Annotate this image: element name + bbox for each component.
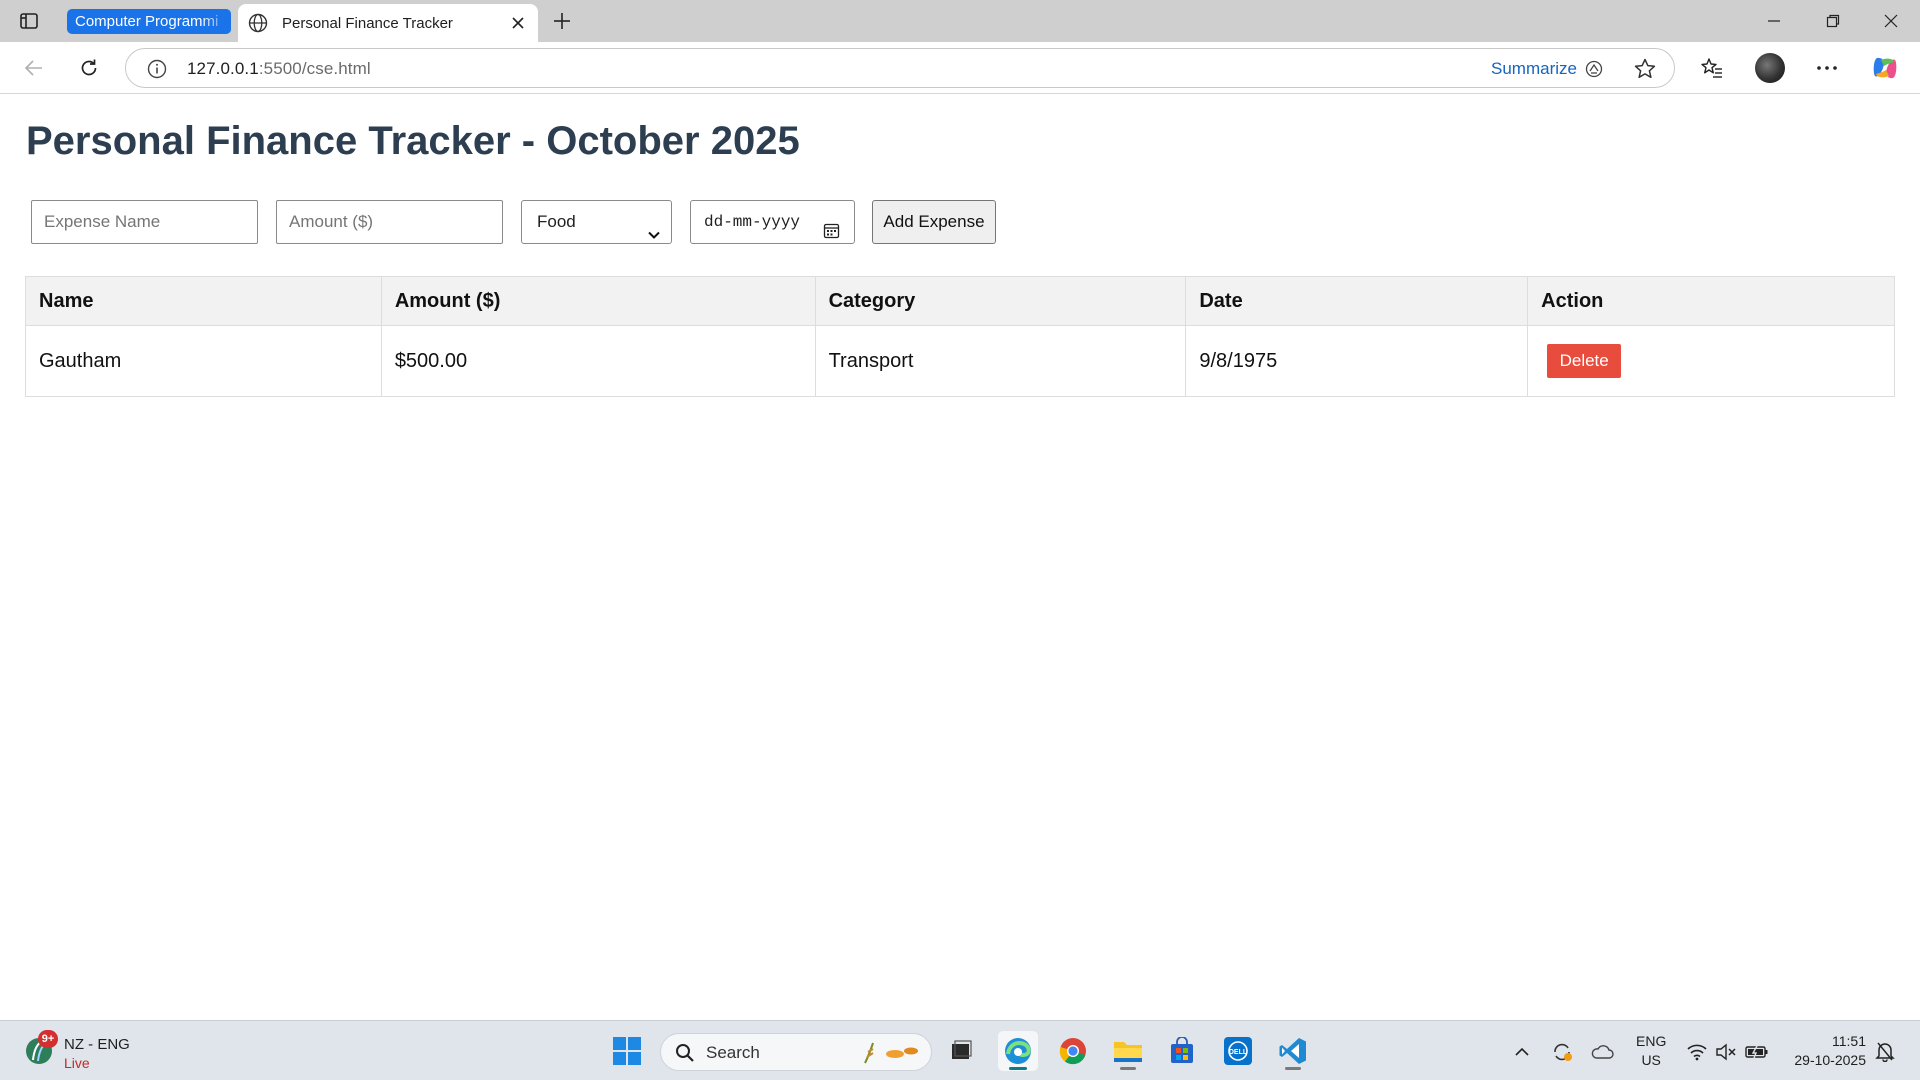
vscode-icon[interactable] xyxy=(1273,1031,1313,1071)
reload-icon[interactable] xyxy=(73,52,105,84)
windows-taskbar: 9+ NZ - ENG Live Search DELL ENG US 11:5… xyxy=(0,1020,1920,1080)
browser-toolbar: 127.0.0.1:5500/cse.html Summarize xyxy=(0,42,1920,94)
more-options-icon[interactable] xyxy=(1811,52,1843,84)
favorites-icon[interactable] xyxy=(1696,52,1728,84)
system-clock[interactable]: 11:51 29-10-2025 xyxy=(1784,1032,1866,1070)
expense-name-input[interactable] xyxy=(31,200,258,244)
expense-table: Name Amount ($) Category Date Action Gau… xyxy=(25,276,1895,397)
back-arrow-icon[interactable] xyxy=(18,52,50,84)
clock-time: 11:51 xyxy=(1832,1033,1866,1049)
cell-name: Gautham xyxy=(25,325,382,397)
task-view-icon[interactable] xyxy=(941,1031,981,1071)
site-info-icon[interactable] xyxy=(146,58,168,80)
weather-widget[interactable]: 9+ NZ - ENG Live xyxy=(24,1030,164,1074)
onedrive-icon[interactable] xyxy=(1590,1040,1614,1064)
url-path: :5500/cse.html xyxy=(258,59,371,78)
close-tab-icon[interactable] xyxy=(504,9,532,37)
url-text[interactable]: 127.0.0.1:5500/cse.html xyxy=(187,59,371,79)
svg-text:DELL: DELL xyxy=(1229,1049,1248,1056)
search-icon xyxy=(675,1043,695,1063)
language-indicator[interactable]: ENG US xyxy=(1636,1032,1666,1070)
add-expense-button[interactable]: Add Expense xyxy=(872,200,996,244)
search-label: Search xyxy=(706,1043,760,1062)
url-host: 127.0.0.1 xyxy=(187,59,259,78)
running-indicator xyxy=(1285,1067,1301,1070)
start-button[interactable] xyxy=(607,1031,647,1071)
profile-avatar[interactable] xyxy=(1755,53,1785,83)
table-row: Gautham $500.00 Transport 9/8/1975 Delet… xyxy=(25,325,1895,397)
tab-actions-icon[interactable] xyxy=(16,9,42,33)
cell-category: Transport xyxy=(814,325,1187,397)
globe-icon xyxy=(248,12,270,34)
column-header-name: Name xyxy=(25,276,382,326)
volume-muted-icon[interactable] xyxy=(1714,1040,1738,1064)
amount-input[interactable] xyxy=(276,200,503,244)
column-header-category: Category xyxy=(814,276,1187,326)
widget-live-label: Live xyxy=(64,1055,90,1071)
chevron-up-icon[interactable] xyxy=(1510,1040,1534,1064)
cell-action: Delete xyxy=(1527,325,1895,397)
minimize-icon[interactable] xyxy=(1751,4,1797,38)
category-selected-value: Food xyxy=(537,212,576,231)
dell-app-icon[interactable]: DELL xyxy=(1218,1031,1258,1071)
running-indicator xyxy=(1120,1067,1136,1070)
summarize-button[interactable]: Summarize xyxy=(1491,59,1577,79)
new-tab-icon[interactable] xyxy=(548,7,576,35)
clock-date: 29-10-2025 xyxy=(1794,1052,1866,1068)
tab-title: Personal Finance Tracker xyxy=(282,14,453,32)
restore-icon[interactable] xyxy=(1810,4,1856,38)
copilot-summarize-icon[interactable] xyxy=(1584,59,1604,79)
chrome-icon[interactable] xyxy=(1053,1031,1093,1071)
column-header-amount: Amount ($) xyxy=(380,276,816,326)
favorite-star-icon[interactable] xyxy=(1633,57,1657,81)
microsoft-store-icon[interactable] xyxy=(1162,1031,1202,1071)
notification-badge: 9+ xyxy=(38,1030,58,1048)
search-highlight-icon xyxy=(861,1041,921,1065)
page-content: Personal Finance Tracker - October 2025 … xyxy=(0,95,1920,1020)
keyboard-layout: US xyxy=(1641,1052,1661,1068)
notification-bell-icon[interactable] xyxy=(1874,1040,1896,1063)
date-input[interactable]: dd-mm-yyyy xyxy=(690,200,855,244)
battery-icon[interactable] xyxy=(1745,1040,1769,1064)
widget-title: NZ - ENG xyxy=(64,1036,130,1053)
calendar-icon[interactable] xyxy=(823,214,840,239)
sync-icon[interactable] xyxy=(1550,1040,1574,1064)
close-window-icon[interactable] xyxy=(1868,4,1914,38)
chevron-down-icon xyxy=(647,216,661,239)
table-header-row: Name Amount ($) Category Date Action xyxy=(25,276,1895,326)
tab-personal-finance-tracker[interactable]: Personal Finance Tracker xyxy=(238,4,538,42)
cell-date: 9/8/1975 xyxy=(1185,325,1529,397)
copilot-icon[interactable] xyxy=(1869,52,1901,84)
file-explorer-icon[interactable] xyxy=(1108,1031,1148,1071)
taskbar-search[interactable]: Search xyxy=(660,1033,932,1071)
cell-amount: $500.00 xyxy=(380,325,816,397)
browser-tab-bar: Computer Programmi Personal Finance Trac… xyxy=(0,0,1920,42)
delete-button[interactable]: Delete xyxy=(1547,344,1622,378)
column-header-date: Date xyxy=(1185,276,1529,326)
tab-group-computer-programming[interactable]: Computer Programmi xyxy=(67,9,231,34)
wifi-icon[interactable] xyxy=(1685,1040,1709,1064)
page-title: Personal Finance Tracker - October 2025 xyxy=(26,119,800,163)
address-bar[interactable]: 127.0.0.1:5500/cse.html Summarize xyxy=(125,48,1675,88)
category-select[interactable]: Food xyxy=(521,200,672,244)
date-placeholder: dd-mm-yyyy xyxy=(704,213,801,231)
active-indicator xyxy=(1009,1067,1027,1070)
edge-browser-icon[interactable] xyxy=(998,1031,1038,1071)
language-code: ENG xyxy=(1636,1033,1667,1049)
column-header-action: Action xyxy=(1527,276,1895,326)
